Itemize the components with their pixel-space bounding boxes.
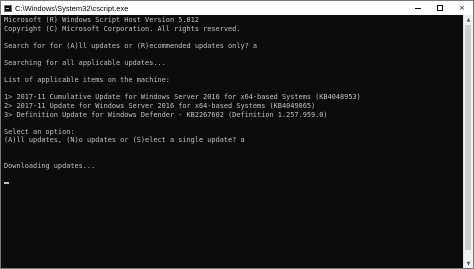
- maximize-icon: [437, 5, 443, 11]
- title-bar[interactable]: C:\Windows\System32\cscript.exe ×: [1, 1, 473, 15]
- console-line: 1> 2017-11 Cumulative Update for Windows…: [4, 93, 361, 102]
- window-title: C:\Windows\System32\cscript.exe: [15, 3, 129, 13]
- maximize-button[interactable]: [429, 1, 451, 15]
- vertical-scrollbar[interactable]: ▲ ▼: [463, 15, 473, 268]
- console-line: Select an option:: [4, 127, 75, 136]
- scroll-thumb[interactable]: [465, 25, 471, 250]
- console-line: (A)ll updates, (N)o updates or (S)elect …: [4, 136, 245, 145]
- minimize-button[interactable]: [407, 1, 429, 15]
- console-line: List of applicable items on the machine:: [4, 76, 170, 85]
- minimize-icon: [415, 7, 421, 9]
- scroll-down-arrow-icon[interactable]: ▼: [464, 259, 473, 268]
- console-output-area[interactable]: Microsoft (R) Windows Script Host Versio…: [1, 15, 463, 268]
- console-app-icon[interactable]: [4, 4, 12, 12]
- console-line: Search for for (A)ll updates or (R)ecomm…: [4, 41, 258, 50]
- console-output: Microsoft (R) Windows Script Host Versio…: [4, 16, 361, 179]
- close-button[interactable]: ×: [451, 1, 473, 15]
- scroll-up-arrow-icon[interactable]: ▲: [464, 15, 473, 24]
- console-line: 2> 2017-11 Update for Windows Server 201…: [4, 101, 316, 110]
- console-line: Microsoft (R) Windows Script Host Versio…: [4, 16, 199, 24]
- console-window: C:\Windows\System32\cscript.exe × Micros…: [0, 0, 474, 269]
- console-line: Copyright (C) Microsoft Corporation. All…: [4, 24, 241, 33]
- console-line: Downloading updates...: [4, 162, 96, 171]
- text-cursor: [4, 182, 9, 184]
- close-icon: ×: [459, 4, 465, 12]
- console-line: Searching for all applicable updates...: [4, 58, 166, 67]
- console-line: 3> Definition Update for Windows Defende…: [4, 110, 328, 119]
